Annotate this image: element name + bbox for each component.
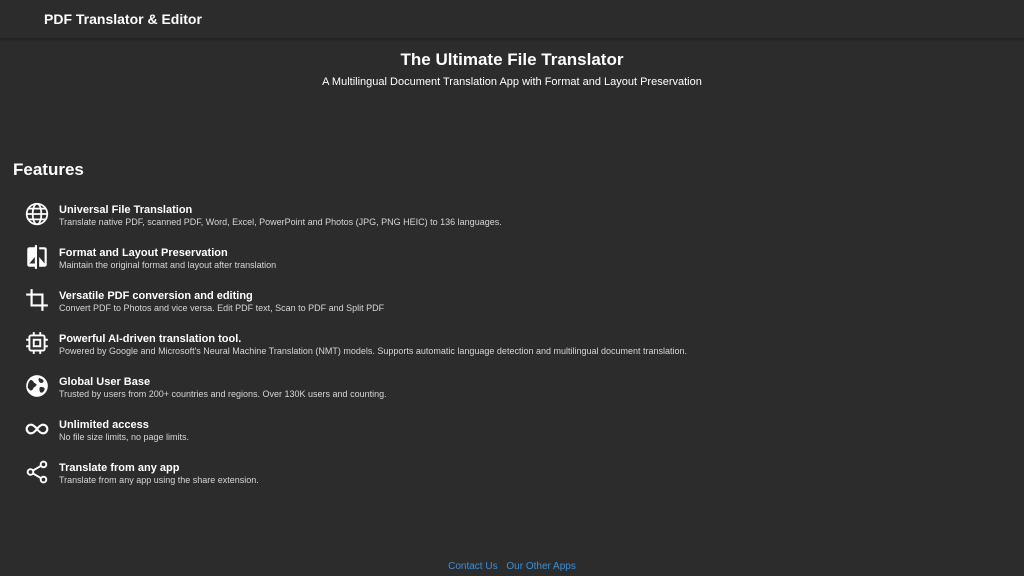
feature-title: Translate from any app (59, 462, 180, 474)
feature-title: Global User Base (59, 376, 151, 388)
other-apps-link[interactable]: Our Other Apps (506, 561, 575, 572)
feature-item-universal-file-translation: Universal File Translation Translate nat… (0, 200, 1024, 236)
chip-icon (24, 330, 50, 356)
feature-title: Universal File Translation (59, 204, 193, 216)
feature-item-pdf-conversion-editing: Versatile PDF conversion and editing Con… (0, 286, 1024, 322)
earth-icon (24, 373, 50, 399)
globe-icon (24, 201, 50, 227)
crop-icon (24, 287, 50, 313)
feature-description: Translate native PDF, scanned PDF, Word,… (59, 217, 502, 227)
feature-description: Convert PDF to Photos and vice versa. Ed… (59, 303, 385, 313)
features-heading: Features (13, 160, 84, 179)
feature-description: No file size limits, no page limits. (59, 432, 190, 442)
page-subtitle: A Multilingual Document Translation App … (322, 76, 702, 88)
contact-us-link[interactable]: Contact Us (448, 561, 497, 572)
infinity-icon (24, 416, 50, 442)
top-app-bar: PDF Translator & Editor (0, 0, 1024, 39)
feature-description: Translate from any app using the share e… (59, 475, 259, 485)
feature-title: Format and Layout Preservation (59, 247, 228, 259)
feature-description: Maintain the original format and layout … (59, 260, 277, 270)
page-title: The Ultimate File Translator (400, 50, 624, 69)
feature-item-format-layout-preservation: Format and Layout Preservation Maintain … (0, 243, 1024, 279)
feature-item-translate-from-any-app: Translate from any app Translate from an… (0, 458, 1024, 494)
app-title: PDF Translator & Editor (44, 11, 202, 27)
compare-icon (24, 244, 50, 270)
feature-title: Unlimited access (59, 419, 149, 431)
feature-item-unlimited-access: Unlimited access No file size limits, no… (0, 415, 1024, 451)
feature-description: Powered by Google and Microsoft's Neural… (59, 346, 688, 356)
share-icon (24, 459, 50, 485)
feature-title: Versatile PDF conversion and editing (59, 290, 253, 302)
feature-item-ai-translation: Powerful AI-driven translation tool. Pow… (0, 329, 1024, 365)
footer: Contact Us Our Other Apps (0, 561, 1024, 573)
feature-title: Powerful AI-driven translation tool. (59, 333, 242, 345)
feature-item-global-user-base: Global User Base Trusted by users from 2… (0, 372, 1024, 408)
feature-description: Trusted by users from 200+ countries and… (59, 389, 387, 399)
